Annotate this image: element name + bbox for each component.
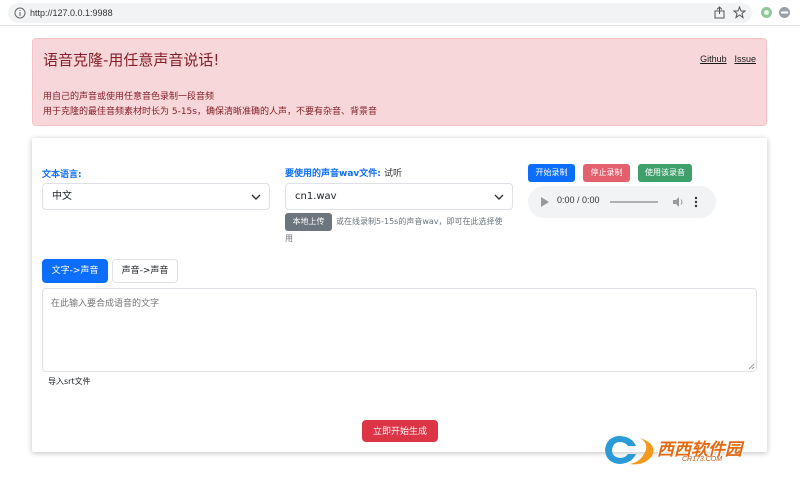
import-srt-link[interactable]: 导入srt文件 xyxy=(48,376,91,387)
page-content: 语音克隆-用任意声音说话! Github Issue 用自己的声音或使用任意音色… xyxy=(0,26,800,479)
voice-select[interactable]: cn1.wav xyxy=(285,183,513,210)
upload-note-continued: 用 xyxy=(285,234,293,243)
audio-time: 0:00 / 0:00 xyxy=(557,195,600,205)
generate-button[interactable]: 立即开始生成 xyxy=(362,420,438,442)
chevron-down-icon xyxy=(494,194,504,200)
chevron-down-icon xyxy=(251,194,261,200)
issue-link[interactable]: Issue xyxy=(734,54,756,64)
language-label: 文本语言: xyxy=(42,170,82,180)
watermark-subtext: CR173.COM xyxy=(682,456,723,463)
page-title: 语音克隆-用任意声音说话! xyxy=(43,51,220,69)
main-card: 文本语言: 中文 要使用的声音wav文件: 试听 cn1.wav 本地上传 或在… xyxy=(32,138,767,452)
github-link[interactable]: Github xyxy=(700,54,727,64)
audio-progress-bar[interactable] xyxy=(610,201,658,203)
header-links: Github Issue xyxy=(695,54,756,65)
voice-label-text: 要使用的声音wav文件: xyxy=(285,169,381,179)
stop-recording-button[interactable]: 停止录制 xyxy=(583,164,630,182)
upload-note: 或在线录制5-15s的声音wav，即可在此选择使 xyxy=(336,217,503,226)
header-alert: 语音克隆-用任意声音说话! Github Issue 用自己的声音或使用任意音色… xyxy=(32,38,767,126)
start-recording-button[interactable]: 开始录制 xyxy=(528,164,575,182)
volume-icon[interactable] xyxy=(672,196,684,208)
browser-toolbar: http://127.0.0.1:9988 xyxy=(0,0,800,26)
language-select-value: 中文 xyxy=(52,191,72,202)
voice-select-value: cn1.wav xyxy=(295,191,337,202)
tab-speech-to-speech[interactable]: 声音->声音 xyxy=(112,259,178,283)
language-select[interactable]: 中文 xyxy=(42,183,270,210)
profile-icon[interactable] xyxy=(778,6,791,19)
local-upload-button[interactable]: 本地上传 xyxy=(285,213,332,231)
audio-player[interactable]: 0:00 / 0:00 xyxy=(528,186,716,218)
listen-link[interactable]: 试听 xyxy=(384,169,402,179)
star-icon[interactable] xyxy=(733,6,746,19)
play-icon[interactable] xyxy=(540,197,549,207)
description-line-1: 用自己的声音或使用任意音色录制一段音频 xyxy=(43,92,215,102)
description-line-2: 用于克隆的最佳音频素材时长为 5-15s，确保清晰准确的人声，不要有杂音、背景音 xyxy=(43,107,377,117)
use-recording-button[interactable]: 使用该录音 xyxy=(638,164,692,182)
more-options-icon[interactable] xyxy=(694,196,698,208)
address-bar[interactable]: http://127.0.0.1:9988 xyxy=(8,3,752,23)
voice-label: 要使用的声音wav文件: 试听 xyxy=(285,166,402,179)
resize-grip-icon[interactable] xyxy=(748,363,755,370)
text-input[interactable] xyxy=(42,288,757,372)
url-text[interactable]: http://127.0.0.1:9988 xyxy=(30,6,113,20)
tab-text-to-speech[interactable]: 文字->声音 xyxy=(42,259,108,283)
share-icon[interactable] xyxy=(713,6,726,19)
info-icon[interactable] xyxy=(14,7,26,19)
extension-icon[interactable] xyxy=(760,6,773,19)
